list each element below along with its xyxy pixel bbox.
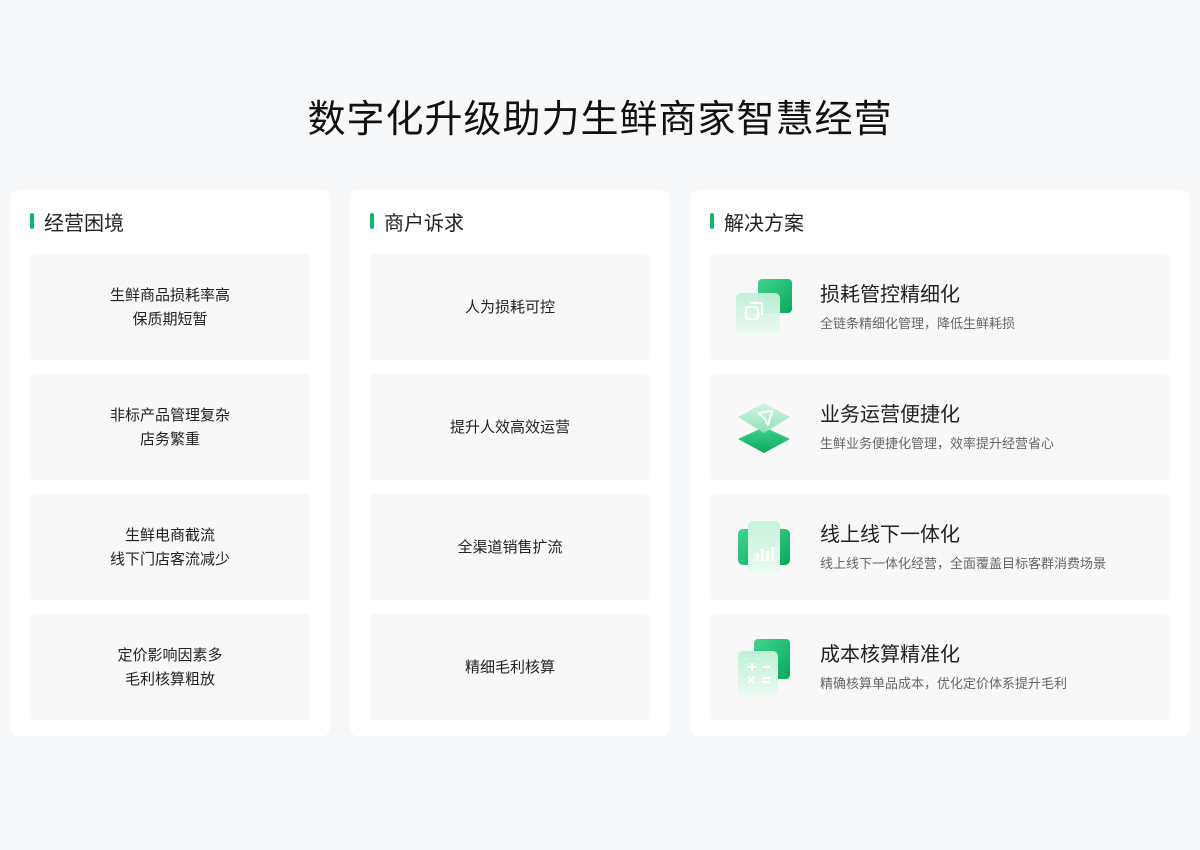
stacked-squares-icon bbox=[734, 277, 794, 337]
column-header: 经营困境 bbox=[30, 210, 124, 235]
column-accent-bar bbox=[710, 213, 714, 229]
solution-description: 生鲜业务便捷化管理，效率提升经营省心 bbox=[820, 437, 1055, 452]
card-text: 全渠道销售扩流 bbox=[457, 538, 563, 556]
card-line: 保质期短暂 bbox=[132, 310, 208, 328]
column-solutions: 解决方案 损耗管控精细化 全链条精细化管理，降低生鲜耗损 业务运营便捷化 生鲜业… bbox=[690, 190, 1190, 736]
card-text: 精细毛利核算 bbox=[464, 658, 555, 676]
difficulty-card: 非标产品管理复杂 店务繁重 bbox=[30, 374, 310, 480]
calculator-icon bbox=[734, 637, 794, 697]
column-accent-bar bbox=[370, 213, 374, 229]
demand-card: 精细毛利核算 bbox=[370, 614, 650, 720]
send-layers-icon bbox=[734, 397, 794, 457]
solution-card: 损耗管控精细化 全链条精细化管理，降低生鲜耗损 bbox=[710, 254, 1170, 360]
page-title: 数字化升级助力生鲜商家智慧经营 bbox=[307, 97, 893, 141]
card-line: 店务繁重 bbox=[139, 430, 200, 448]
demand-card: 全渠道销售扩流 bbox=[370, 494, 650, 600]
column-header: 解决方案 bbox=[710, 210, 804, 235]
solution-description: 线上线下一体化经营，全面覆盖目标客群消费场景 bbox=[820, 557, 1107, 572]
column-business-difficulties: 经营困境 生鲜商品损耗率高 保质期短暂 非标产品管理复杂 店务繁重 生鲜电商截流… bbox=[10, 190, 330, 736]
solution-card: 成本核算精准化 精确核算单品成本，优化定价体系提升毛利 bbox=[710, 614, 1170, 720]
card-line: 生鲜电商截流 bbox=[124, 526, 215, 544]
card-text: 提升人效高效运营 bbox=[449, 418, 570, 436]
column-title: 解决方案 bbox=[724, 210, 804, 235]
card-line: 生鲜商品损耗率高 bbox=[109, 286, 230, 304]
difficulty-card: 定价影响因素多 毛利核算粗放 bbox=[30, 614, 310, 720]
solution-title: 线上线下一体化 bbox=[820, 522, 960, 546]
demand-card: 提升人效高效运营 bbox=[370, 374, 650, 480]
column-title: 商户诉求 bbox=[384, 210, 464, 235]
card-line: 非标产品管理复杂 bbox=[109, 406, 230, 424]
solution-title: 成本核算精准化 bbox=[820, 642, 960, 666]
solution-card: 业务运营便捷化 生鲜业务便捷化管理，效率提升经营省心 bbox=[710, 374, 1170, 480]
phone-chart-icon bbox=[734, 517, 794, 577]
solution-description: 精确核算单品成本，优化定价体系提升毛利 bbox=[820, 677, 1068, 692]
solution-title: 业务运营便捷化 bbox=[820, 402, 960, 426]
card-line: 线下门店客流减少 bbox=[109, 550, 230, 568]
card-line: 毛利核算粗放 bbox=[124, 670, 215, 688]
demand-card: 人为损耗可控 bbox=[370, 254, 650, 360]
column-merchant-demands: 商户诉求 人为损耗可控 提升人效高效运营 全渠道销售扩流 精细毛利核算 bbox=[350, 190, 670, 736]
difficulty-card: 生鲜电商截流 线下门店客流减少 bbox=[30, 494, 310, 600]
difficulty-card: 生鲜商品损耗率高 保质期短暂 bbox=[30, 254, 310, 360]
card-line: 定价影响因素多 bbox=[117, 646, 223, 664]
card-text: 人为损耗可控 bbox=[464, 298, 555, 316]
solution-description: 全链条精细化管理，降低生鲜耗损 bbox=[820, 317, 1016, 332]
column-accent-bar bbox=[30, 213, 34, 229]
solution-card: 线上线下一体化 线上线下一体化经营，全面覆盖目标客群消费场景 bbox=[710, 494, 1170, 600]
column-header: 商户诉求 bbox=[370, 210, 464, 235]
solution-title: 损耗管控精细化 bbox=[820, 282, 960, 306]
column-title: 经营困境 bbox=[44, 210, 124, 235]
